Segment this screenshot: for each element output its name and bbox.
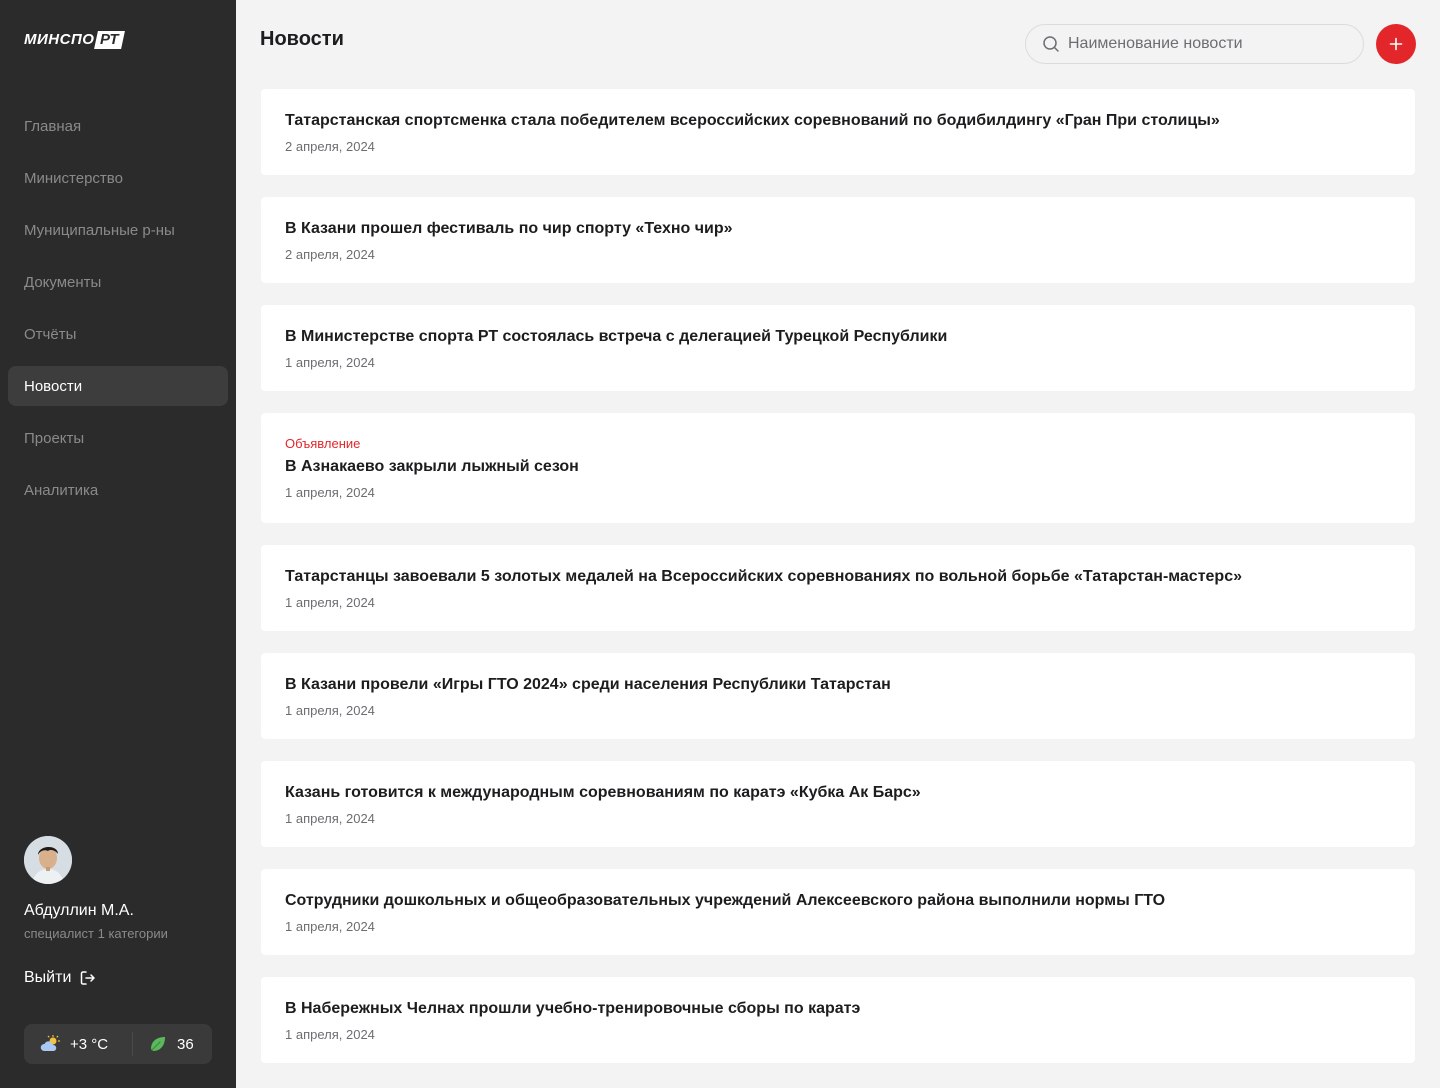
sidebar-item-main[interactable]: Главная xyxy=(8,106,228,146)
sidebar-item-label: Отчёты xyxy=(24,325,77,343)
sidebar-item-documents[interactable]: Документы xyxy=(8,262,228,302)
sidebar-item-projects[interactable]: Проекты xyxy=(8,418,228,458)
news-date: 1 апреля, 2024 xyxy=(285,594,375,610)
news-card[interactable]: Татарстанцы завоевали 5 золотых медалей … xyxy=(261,545,1415,631)
news-date: 1 апреля, 2024 xyxy=(285,702,375,718)
sidebar-item-municipal-districts[interactable]: Муниципальные р-ны xyxy=(8,210,228,250)
sidebar: МИНСПО РТ Главная Министерство Муниципал… xyxy=(0,0,236,1088)
news-card[interactable]: Татарстанская спортсменка стала победите… xyxy=(261,89,1415,175)
search-box[interactable] xyxy=(1025,24,1364,64)
news-card[interactable]: Казань готовится к международным соревно… xyxy=(261,761,1415,847)
air-quality-value: 36 xyxy=(177,1035,194,1053)
logo-text: МИНСПО xyxy=(24,31,95,48)
sidebar-item-label: Проекты xyxy=(24,429,85,447)
sidebar-item-news[interactable]: Новости xyxy=(8,366,228,406)
sidebar-nav: Главная Министерство Муниципальные р-ны … xyxy=(8,106,228,522)
news-date: 2 апреля, 2024 xyxy=(285,138,375,154)
news-date: 1 апреля, 2024 xyxy=(285,354,375,370)
news-title: В Азнакаево закрыли лыжный сезон xyxy=(285,458,579,475)
search-icon xyxy=(1043,36,1059,52)
news-title: Татарстанская спортсменка стала победите… xyxy=(285,111,1220,129)
news-date: 1 апреля, 2024 xyxy=(285,1026,375,1042)
ministry-logo[interactable]: МИНСПО РТ xyxy=(24,31,141,49)
add-news-button[interactable] xyxy=(1376,24,1416,64)
news-date: 1 апреля, 2024 xyxy=(285,918,375,934)
weather-widget: +3 °C 36 xyxy=(24,1024,212,1064)
news-date: 2 апреля, 2024 xyxy=(285,246,375,262)
sidebar-item-analytics[interactable]: Аналитика xyxy=(8,470,228,510)
logout-button[interactable]: Выйти xyxy=(24,969,97,987)
news-tag: Объявление xyxy=(285,436,361,451)
news-date: 1 апреля, 2024 xyxy=(285,810,375,826)
news-title: Татарстанцы завоевали 5 золотых медалей … xyxy=(285,567,1242,585)
news-title: В Казани прошел фестиваль по чир спорту … xyxy=(285,219,733,237)
page-title: Новости xyxy=(260,28,344,50)
sidebar-item-label: Аналитика xyxy=(24,481,99,499)
sidebar-item-ministry[interactable]: Министерство xyxy=(8,158,228,198)
temperature-value: +3 °C xyxy=(70,1035,109,1053)
avatar[interactable] xyxy=(24,836,72,884)
news-title: В Набережных Челнах прошли учебно-тренир… xyxy=(285,999,861,1017)
sidebar-item-label: Главная xyxy=(24,117,82,135)
news-date: 1 апреля, 2024 xyxy=(285,485,375,500)
logo-badge: РТ xyxy=(94,31,125,49)
partly-cloudy-icon xyxy=(40,1035,61,1051)
user-role: специалист 1 категории xyxy=(24,926,168,941)
plus-icon xyxy=(1389,37,1403,51)
news-title: Казань готовится к международным соревно… xyxy=(285,783,921,801)
air-quality-block: 36 xyxy=(133,1035,194,1053)
sidebar-item-label: Новости xyxy=(24,377,83,395)
user-name: Абдуллин М.А. xyxy=(24,902,134,919)
logout-label: Выйти xyxy=(24,969,72,986)
sidebar-item-reports[interactable]: Отчёты xyxy=(8,314,228,354)
sidebar-item-label: Министерство xyxy=(24,169,123,187)
news-card[interactable]: Объявление В Азнакаево закрыли лыжный се… xyxy=(261,413,1415,523)
logo-badge-text: РТ xyxy=(100,31,120,48)
news-list: Татарстанская спортсменка стала победите… xyxy=(261,89,1415,1085)
news-title: Сотрудники дошкольных и общеобразователь… xyxy=(285,891,1166,909)
news-card[interactable]: В Казани прошел фестиваль по чир спорту … xyxy=(261,197,1415,283)
news-card[interactable]: Сотрудники дошкольных и общеобразователь… xyxy=(261,869,1415,955)
news-card[interactable]: В Министерстве спорта РТ состоялась встр… xyxy=(261,305,1415,391)
weather-block: +3 °C xyxy=(24,1032,133,1056)
news-title: В Казани провели «Игры ГТО 2024» среди н… xyxy=(285,675,891,693)
news-card[interactable]: В Казани провели «Игры ГТО 2024» среди н… xyxy=(261,653,1415,739)
logout-icon xyxy=(81,971,96,985)
sidebar-item-label: Документы xyxy=(24,273,102,291)
sidebar-item-label: Муниципальные р-ны xyxy=(24,221,175,239)
news-title: В Министерстве спорта РТ состоялась встр… xyxy=(285,327,948,345)
news-card[interactable]: В Набережных Челнах прошли учебно-тренир… xyxy=(261,977,1415,1063)
search-input[interactable] xyxy=(1068,35,1348,53)
user-photo-icon xyxy=(24,836,72,884)
leaf-icon xyxy=(151,1037,165,1051)
